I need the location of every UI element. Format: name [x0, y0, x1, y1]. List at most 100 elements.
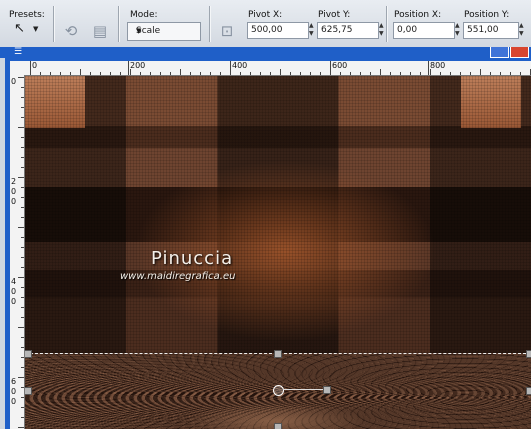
pivot-x-label: Pivot X:: [248, 10, 283, 20]
vertical-ruler[interactable]: 0 2 0 0 4 0 0 6 0 0: [10, 75, 25, 429]
ruler-tick: [21, 307, 24, 308]
ruler-tick: [21, 187, 24, 188]
ruler-tick: [18, 127, 24, 128]
position-y-label: Position Y:: [464, 10, 510, 20]
ruler-tick: [21, 287, 24, 288]
pick-handle-top-left[interactable]: [25, 350, 32, 358]
chevron-down-icon: ▼: [33, 25, 39, 33]
ruler-tick: [21, 157, 24, 158]
pick-handle-bottom[interactable]: [274, 423, 282, 429]
tool-options-bar: Presets: ↖ ▼ ⟲ ▤ Mode: Scale ▼ ⊡ Pivot X…: [0, 0, 531, 48]
pick-handle-top-right[interactable]: [526, 350, 531, 358]
ruler-tick: [40, 72, 41, 75]
ruler-tick: [250, 72, 251, 75]
ruler-label: 200: [130, 61, 146, 70]
reset-pick-icon[interactable]: ⟲: [61, 21, 81, 41]
ruler-tick: [21, 147, 24, 148]
ruler-tick: [21, 397, 24, 398]
edit-pivot-icon[interactable]: ⊡: [217, 21, 237, 41]
ruler-tick: [330, 69, 331, 75]
spin-arrows-icon[interactable]: ▲ ▼: [519, 22, 529, 39]
ruler-tick: [18, 327, 24, 328]
ruler-tick: [510, 72, 511, 75]
texture-overlay: [25, 76, 531, 353]
ruler-tick: [150, 72, 151, 75]
ruler-tick: [21, 367, 24, 368]
ruler-tick: [190, 72, 191, 75]
ruler-tick: [240, 72, 241, 75]
image-canvas[interactable]: Pinuccia www.maidiregrafica.eu: [25, 76, 531, 429]
ruler-tick: [21, 357, 24, 358]
ruler-tick: [21, 97, 24, 98]
ruler-label: 400: [232, 61, 248, 70]
position-x-label: Position X:: [394, 10, 442, 20]
maximize-button[interactable]: [490, 47, 509, 58]
ruler-tick: [21, 137, 24, 138]
ruler-tick: [90, 72, 91, 75]
document-title-bar[interactable]: ☰: [0, 47, 531, 58]
ruler-tick: [500, 72, 501, 75]
pick-handle-right[interactable]: [526, 387, 531, 395]
ruler-tick: [21, 297, 24, 298]
ruler-tick: [220, 72, 221, 75]
ruler-tick: [520, 72, 521, 75]
ruler-tick: [18, 77, 24, 78]
ruler-label: 4: [11, 277, 17, 286]
presets-label: Presets:: [9, 10, 45, 20]
ruler-tick: [170, 72, 171, 75]
watermark-name: Pinuccia: [151, 248, 234, 269]
ruler-tick: [470, 72, 471, 75]
ruler-tick: [230, 69, 231, 75]
pick-handle-top[interactable]: [274, 350, 282, 358]
ruler-label: 0: [11, 77, 17, 86]
pivot-y-label: Pivot Y:: [318, 10, 351, 20]
ruler-tick: [350, 72, 351, 75]
pivot-y-input[interactable]: 625,75: [321, 25, 353, 35]
ruler-label: 600: [332, 61, 348, 70]
ruler-tick: [260, 72, 261, 75]
ruler-tick: [160, 72, 161, 75]
ruler-tick: [100, 72, 101, 75]
ruler-tick: [30, 69, 31, 75]
chevron-down-icon: ▼: [136, 27, 142, 35]
ruler-tick: [21, 407, 24, 408]
pivot-point-handle[interactable]: [273, 385, 284, 396]
ruler-tick: [320, 72, 321, 75]
horizontal-ruler[interactable]: 0 200 400 600 800: [10, 61, 531, 76]
position-y-input[interactable]: 551,00: [467, 25, 499, 35]
close-button[interactable]: [510, 47, 529, 58]
ruler-tick: [400, 72, 401, 75]
ruler-tick: [21, 207, 24, 208]
ruler-tick: [450, 72, 451, 75]
ruler-tick: [270, 72, 271, 75]
rotation-handle[interactable]: [323, 386, 331, 394]
ruler-tick: [130, 69, 131, 75]
ruler-tick: [21, 117, 24, 118]
ruler-tick: [140, 72, 141, 75]
ruler-label: 0: [11, 387, 17, 396]
ruler-tick: [21, 347, 24, 348]
ruler-tick: [21, 417, 24, 418]
mode-select[interactable]: Scale ▼: [127, 22, 201, 41]
ruler-tick: [21, 257, 24, 258]
transform-icon[interactable]: ▤: [90, 21, 110, 41]
toolbar-divider: [118, 6, 120, 42]
position-x-input[interactable]: 0,00: [397, 25, 417, 35]
pick-handle-left[interactable]: [25, 387, 32, 395]
ruler-label: 0: [32, 61, 38, 70]
ruler-tick: [340, 72, 341, 75]
presets-dropdown-button[interactable]: ↖ ▼: [12, 20, 46, 38]
ruler-tick: [70, 72, 71, 75]
toolbar-divider: [53, 6, 55, 42]
pivot-x-input[interactable]: 500,00: [251, 25, 283, 35]
ruler-tick: [18, 227, 24, 228]
ruler-tick: [360, 72, 361, 75]
ruler-tick: [18, 177, 24, 178]
rotation-arm: [283, 389, 325, 390]
ruler-tick: [210, 72, 211, 75]
ruler-tick: [120, 72, 121, 75]
ruler-tick: [21, 247, 24, 248]
ruler-tick: [310, 72, 311, 75]
ruler-tick: [21, 267, 24, 268]
ruler-tick: [290, 72, 291, 75]
